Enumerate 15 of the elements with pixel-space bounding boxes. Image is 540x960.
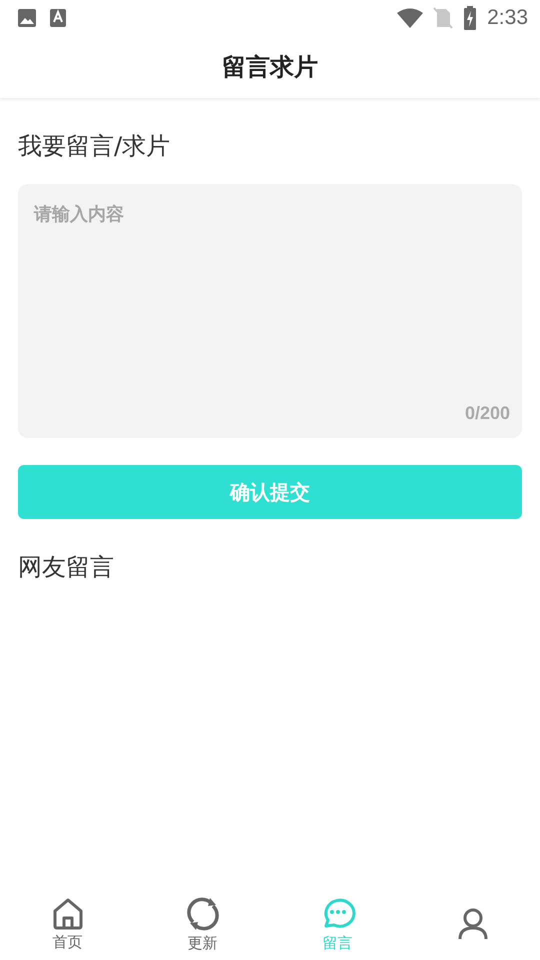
tab-item[interactable]: 首页 — [0, 888, 135, 960]
wifi-icon — [397, 8, 424, 28]
section-heading: 网友留言 — [18, 552, 115, 583]
status-time: 2:33 — [487, 6, 528, 30]
home-icon — [50, 896, 84, 930]
battery-charging-icon — [463, 6, 478, 30]
page-title: 留言求片 — [222, 52, 318, 83]
tab-item[interactable]: 更新 — [135, 888, 270, 960]
character-counter: 0/200 — [464, 403, 510, 424]
section-heading: 我要留言/求片 — [18, 131, 172, 162]
font-icon — [49, 8, 67, 28]
image-icon — [17, 8, 37, 28]
no-sim-icon — [433, 7, 454, 29]
refresh-icon — [184, 896, 220, 932]
person-icon — [456, 907, 490, 941]
